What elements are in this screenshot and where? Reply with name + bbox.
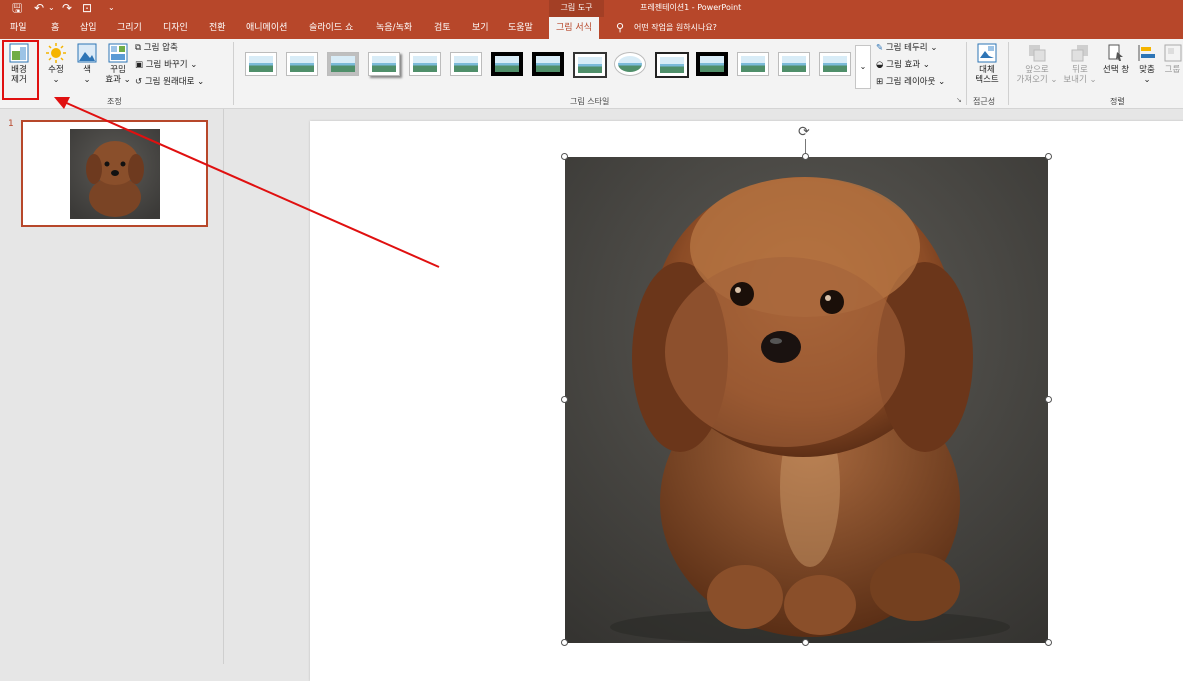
picture-style-soft-edge[interactable]	[286, 52, 318, 76]
undo-icon[interactable]: ↶	[34, 1, 44, 15]
bring-forward-button[interactable]: 앞으로 가져오기 ⌄	[1014, 43, 1060, 85]
slide-number: 1	[8, 119, 14, 129]
resize-handle-top-left[interactable]	[561, 153, 568, 160]
tab-view[interactable]: 보기	[472, 17, 489, 39]
tell-me-search[interactable]: 어떤 작업을 원하시나요?	[634, 17, 717, 39]
picture-effects-button[interactable]: ◒ 그림 효과 ⌄	[876, 60, 930, 71]
tab-draw[interactable]: 그리기	[117, 17, 142, 39]
tab-review[interactable]: 검토	[434, 17, 451, 39]
tab-help[interactable]: 도움말	[508, 17, 533, 39]
rotate-handle-icon[interactable]: ⟳	[798, 124, 810, 140]
slide-thumbnail-pane: 1	[0, 109, 224, 664]
corrections-button[interactable]: 수정 ⌄	[44, 43, 68, 85]
change-picture-icon: ▣	[135, 60, 144, 70]
group-separator	[966, 42, 967, 105]
picture-style-drop-shadow[interactable]	[368, 52, 400, 76]
dog-picture[interactable]	[565, 157, 1048, 643]
arrange-group-label: 정렬	[1110, 97, 1125, 106]
artistic-effects-button[interactable]: 꾸밈 효과 ⌄	[104, 43, 132, 85]
ribbon-tab-bar: 파일 홈 삽입 그리기 디자인 전환 애니메이션 슬라이드 쇼 녹음/녹화 검토…	[0, 17, 1183, 39]
lightbulb-icon: ⚲	[616, 21, 625, 34]
picture-style-reflected[interactable]	[409, 52, 441, 76]
selection-pane-icon	[1108, 44, 1123, 61]
tab-file[interactable]: 파일	[10, 17, 27, 39]
thumbnail-dog-image	[70, 129, 160, 219]
title-bar: 🖫 ↶ ⌄ ↷ ⊡ ⌄ 그림 도구 프레젠테이션1 - PowerPoint	[0, 0, 1183, 17]
resize-handle-middle-right[interactable]	[1045, 396, 1052, 403]
color-button[interactable]: 색 ⌄	[76, 43, 98, 85]
resize-handle-bottom-left[interactable]	[561, 639, 568, 646]
resize-handle-middle-left[interactable]	[561, 396, 568, 403]
picture-border-button[interactable]: ✎ 그림 테두리 ⌄	[876, 43, 937, 54]
group-objects-icon	[1164, 44, 1181, 62]
slide-thumbnail[interactable]	[21, 120, 208, 227]
tab-record[interactable]: 녹음/녹화	[376, 17, 412, 39]
picture-color-icon	[77, 43, 97, 63]
accessibility-group-label: 접근성	[973, 97, 996, 106]
window-title: 프레젠테이션1 - PowerPoint	[640, 3, 742, 12]
picture-style-compound-frame[interactable]	[573, 52, 607, 78]
adjust-group-label: 조정	[107, 97, 122, 106]
picture-style-soft-reflected[interactable]	[450, 52, 482, 76]
undo-dropdown-icon[interactable]: ⌄	[48, 1, 55, 15]
chevron-down-icon: ⌄	[52, 75, 60, 85]
resize-handle-bottom-right[interactable]	[1045, 639, 1052, 646]
dog-image	[565, 157, 1048, 643]
group-objects-button[interactable]: 그룹	[1162, 43, 1183, 75]
redo-icon[interactable]: ↷	[62, 1, 72, 15]
picture-style-simple-frame[interactable]	[245, 52, 277, 76]
compress-pictures-button[interactable]: ⧉ 그림 압축	[135, 43, 178, 54]
picture-style-perspective[interactable]	[819, 52, 851, 76]
picture-tools-context-label: 그림 도구	[549, 0, 604, 17]
tab-transitions[interactable]: 전환	[209, 17, 226, 39]
send-backward-icon	[1071, 45, 1088, 62]
sun-icon	[46, 43, 66, 63]
send-backward-button[interactable]: 뒤로 보내기 ⌄	[1062, 43, 1098, 85]
change-picture-button[interactable]: ▣ 그림 바꾸기 ⌄	[135, 60, 197, 71]
picture-style-center-shadow[interactable]	[696, 52, 728, 76]
selection-pane-button[interactable]: 선택 창	[1100, 43, 1132, 75]
ribbon: 배경 제거 수정 ⌄ 색 ⌄ 꾸밈 효과 ⌄ ⧉ 그림 압축 ▣ 그림 바꾸기 …	[0, 39, 1183, 109]
picture-styles-group-label: 그림 스타일	[570, 97, 610, 106]
start-from-beginning-icon[interactable]: ⊡	[82, 1, 92, 15]
tab-insert[interactable]: 삽입	[80, 17, 97, 39]
tab-slide-show[interactable]: 슬라이드 쇼	[309, 17, 353, 39]
group-separator	[1008, 42, 1009, 105]
save-icon[interactable]: 🖫	[12, 1, 22, 15]
picture-style-oval[interactable]	[614, 52, 646, 76]
chevron-down-icon: ⌄	[83, 75, 91, 85]
group-separator	[233, 42, 234, 105]
picture-style-metal-frame[interactable]	[655, 52, 689, 78]
artistic-effects-icon	[108, 43, 128, 63]
compress-icon: ⧉	[135, 43, 142, 53]
tab-picture-format[interactable]: 그림 서식	[549, 17, 599, 39]
picture-style-beveled[interactable]	[327, 52, 359, 76]
picture-style-relaxed[interactable]	[778, 52, 810, 76]
picture-style-black-frame[interactable]	[532, 52, 564, 76]
customize-quick-access-icon[interactable]: ⌄	[108, 1, 115, 15]
bring-forward-icon	[1029, 45, 1046, 62]
gallery-more-button[interactable]: ⌄	[855, 45, 871, 89]
tab-home[interactable]: 홈	[51, 17, 59, 39]
tab-design[interactable]: 디자인	[163, 17, 188, 39]
effects-icon: ◒	[876, 60, 884, 70]
resize-handle-top-right[interactable]	[1045, 153, 1052, 160]
picture-layout-button[interactable]: ⊞ 그림 레이아웃 ⌄	[876, 77, 945, 88]
tab-animations[interactable]: 애니메이션	[246, 17, 287, 39]
alt-text-icon	[977, 43, 997, 63]
dialog-launcher-icon[interactable]: ↘	[956, 96, 962, 104]
highlight-box	[2, 40, 39, 100]
resize-handle-bottom-center[interactable]	[802, 639, 809, 646]
alt-text-button[interactable]: 대체 텍스트	[972, 43, 1002, 85]
align-icon	[1138, 45, 1155, 61]
layout-icon: ⊞	[876, 77, 884, 87]
pen-icon: ✎	[876, 43, 884, 53]
resize-handle-top-center[interactable]	[802, 153, 809, 160]
align-button[interactable]: 맞춤 ⌄	[1136, 43, 1158, 85]
reset-picture-icon: ↺	[135, 77, 143, 87]
reset-picture-button[interactable]: ↺ 그림 원래대로 ⌄	[135, 77, 204, 88]
picture-style-thick-frame[interactable]	[491, 52, 523, 76]
picture-style-rounded[interactable]	[737, 52, 769, 76]
